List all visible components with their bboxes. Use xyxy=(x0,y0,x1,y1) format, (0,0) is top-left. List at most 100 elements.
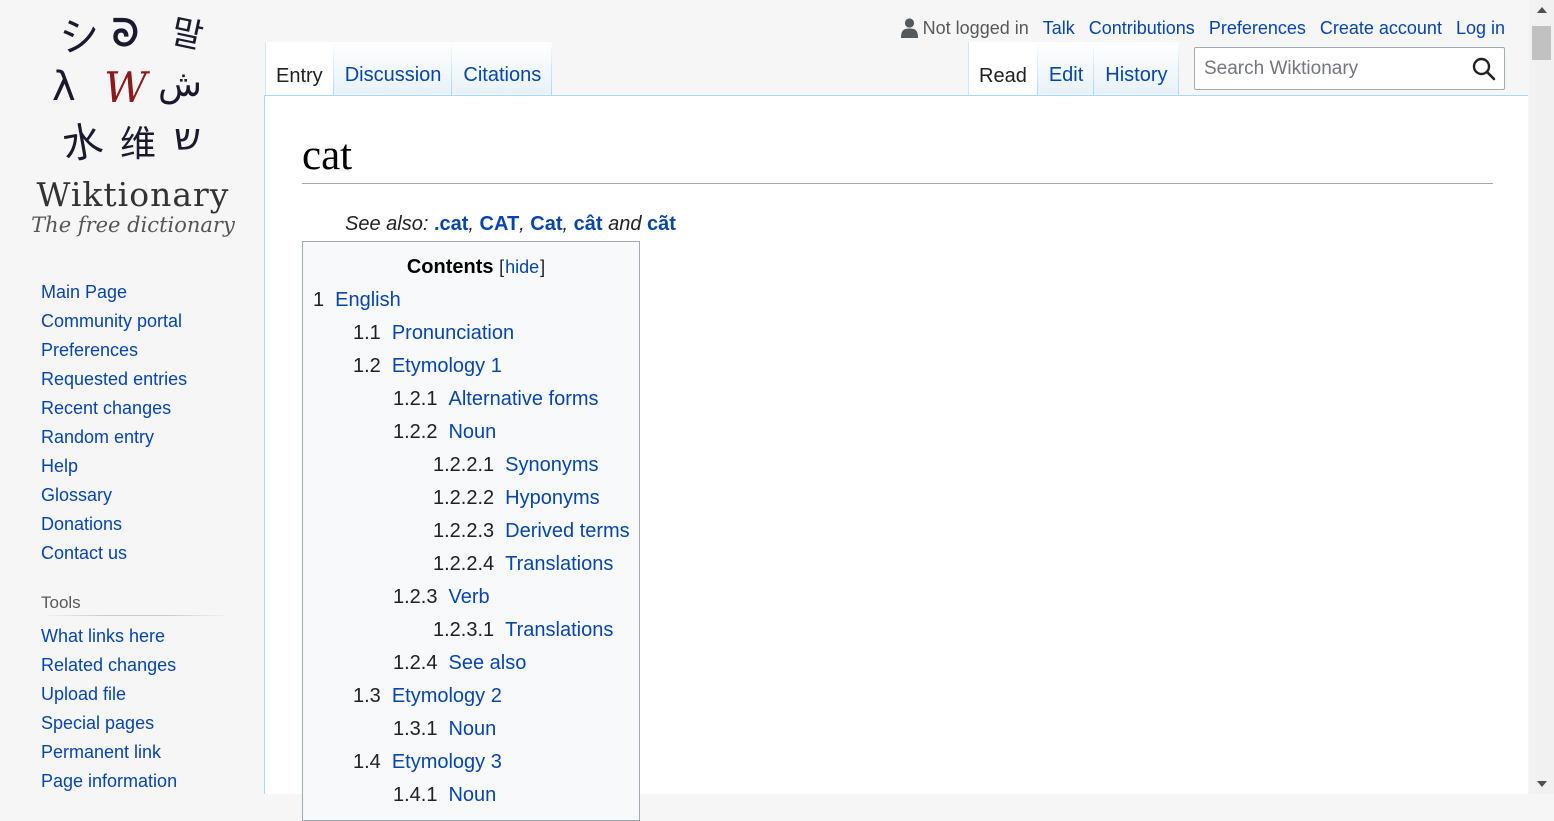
toc-item[interactable]: 1.2.2 Noun xyxy=(313,418,639,451)
tool-permanent-link[interactable]: Permanent link xyxy=(41,742,161,762)
nav-donations[interactable]: Donations xyxy=(41,514,122,534)
see-also-link[interactable]: cât xyxy=(574,213,603,235)
toc-link[interactable]: English xyxy=(335,289,401,311)
toc-item[interactable]: 1.2.1 Alternative forms xyxy=(313,385,639,418)
tab-edit[interactable]: Edit xyxy=(1038,42,1094,95)
preferences-link[interactable]: Preferences xyxy=(1209,16,1306,40)
nav-help[interactable]: Help xyxy=(41,456,78,476)
logo-glyph: ש xyxy=(174,115,201,159)
toc-item[interactable]: 1.2.2.2 Hyponyms xyxy=(313,484,639,517)
log-in-link[interactable]: Log in xyxy=(1456,16,1505,40)
toc-link[interactable]: Alternative forms xyxy=(448,388,598,410)
nav-requested-entries[interactable]: Requested entries xyxy=(41,369,187,389)
toc-link[interactable]: Etymology 2 xyxy=(392,685,502,707)
sidebar: シ ᘐ 말 λ W ش 水 维 ש Wiktionary The free di… xyxy=(0,0,264,794)
toc-item[interactable]: 1.2.3.1 Translations xyxy=(313,616,639,649)
toc-number: 1.2.2.4 xyxy=(433,553,495,575)
tab-citations[interactable]: Citations xyxy=(452,42,552,95)
toc-item[interactable]: 1.2 Etymology 1 xyxy=(313,352,639,385)
toc-link[interactable]: Pronunciation xyxy=(392,322,514,344)
toc-link[interactable]: See also xyxy=(448,652,526,674)
tool-related-changes[interactable]: Related changes xyxy=(41,655,176,675)
toc-link[interactable]: Etymology 3 xyxy=(392,751,502,773)
toc-item[interactable]: 1 English xyxy=(313,286,639,319)
toc-link[interactable]: Synonyms xyxy=(505,454,598,476)
see-also-link[interactable]: CAT xyxy=(480,213,520,235)
nav-random-entry[interactable]: Random entry xyxy=(41,427,154,447)
toc-number: 1.3.1 xyxy=(393,718,438,740)
talk-link[interactable]: Talk xyxy=(1043,16,1075,40)
arrow-down-icon xyxy=(1536,781,1547,787)
toc-number: 1.2.2 xyxy=(393,421,438,443)
tool-page-information[interactable]: Page information xyxy=(41,771,177,791)
toc-item[interactable]: 1.2.3 Verb xyxy=(313,583,639,616)
scroll-up-arrow[interactable] xyxy=(1529,0,1554,20)
toc-link[interactable]: Noun xyxy=(448,421,496,443)
tab-discussion[interactable]: Discussion xyxy=(334,42,453,95)
toc-heading: Contents xyxy=(406,256,494,278)
wiktionary-logo-icon: シ ᘐ 말 λ W ش 水 维 ש Wiktionary The free di… xyxy=(31,11,236,237)
nav-recent-changes[interactable]: Recent changes xyxy=(41,398,171,418)
toc-link[interactable]: Hyponyms xyxy=(505,487,599,509)
toc-link[interactable]: Noun xyxy=(448,784,496,806)
tab-entry[interactable]: Entry xyxy=(265,42,334,96)
nav-glossary[interactable]: Glossary xyxy=(41,485,112,505)
nav-preferences[interactable]: Preferences xyxy=(41,340,138,360)
toc-link[interactable]: Translations xyxy=(505,553,613,575)
see-also-link[interactable]: cãt xyxy=(647,213,676,235)
toc-item[interactable]: 1.2.2.3 Derived terms xyxy=(313,517,639,550)
toc-item[interactable]: 1.3 Etymology 2 xyxy=(313,682,639,715)
toc-item[interactable]: 1.2.2.1 Synonyms xyxy=(313,451,639,484)
toc-item[interactable]: 1.1 Pronunciation xyxy=(313,319,639,352)
nav-main-page[interactable]: Main Page xyxy=(41,282,127,302)
scrollbar-thumb[interactable] xyxy=(1532,26,1551,60)
sidebar-item: Contact us xyxy=(41,542,187,571)
tab-history[interactable]: History xyxy=(1094,42,1178,95)
toc-number: 1.2.2.3 xyxy=(433,520,495,542)
toc-item[interactable]: 1.3.1 Noun xyxy=(313,715,639,748)
search-button[interactable] xyxy=(1464,48,1504,89)
nav-contact-us[interactable]: Contact us xyxy=(41,543,127,563)
toc-number: 1.2.3.1 xyxy=(433,619,495,641)
not-logged-in-text: Not logged in xyxy=(922,18,1029,38)
sidebar-item: Main Page xyxy=(41,281,187,310)
see-also-link[interactable]: Cat xyxy=(530,213,562,235)
see-also-link[interactable]: .cat xyxy=(434,213,468,235)
toc-item[interactable]: 1.2.4 See also xyxy=(313,649,639,682)
see-also-prefix: See also: xyxy=(345,213,434,235)
sidebar-item: Upload file xyxy=(41,683,231,712)
toc-list: 1 English 1.1 Pronunciation 1.2 Etymology 1 1.… xyxy=(313,286,639,814)
site-logo[interactable]: シ ᘐ 말 λ W ش 水 维 ש Wiktionary The free di… xyxy=(0,0,264,250)
search-input[interactable] xyxy=(1195,48,1464,89)
logo-glyph: ᘐ xyxy=(112,11,139,55)
toc-item[interactable]: 1.4.1 Noun xyxy=(313,781,639,814)
separator: , xyxy=(562,213,574,235)
navigation-portal: Main Page Community portal Preferences Requ… xyxy=(41,281,187,571)
separator: , xyxy=(468,213,480,235)
navigation-list: Main Page Community portal Preferences Requ… xyxy=(41,281,187,571)
sidebar-item: Random entry xyxy=(41,426,187,455)
toc-item[interactable]: 1.4 Etymology 3 xyxy=(313,748,639,781)
logo-tagline: The free dictionary xyxy=(31,213,236,237)
toc-link[interactable]: Noun xyxy=(448,718,496,740)
tool-what-links-here[interactable]: What links here xyxy=(41,626,165,646)
toc-link[interactable]: Etymology 1 xyxy=(392,355,502,377)
tool-upload-file[interactable]: Upload file xyxy=(41,684,126,704)
toc-link[interactable]: Verb xyxy=(448,586,489,608)
toc-hide-link[interactable]: hide xyxy=(505,257,539,277)
toc-item[interactable]: 1.2.2.4 Translations xyxy=(313,550,639,583)
contributions-link[interactable]: Contributions xyxy=(1089,16,1195,40)
tool-special-pages[interactable]: Special pages xyxy=(41,713,154,733)
toc-link[interactable]: Translations xyxy=(505,619,613,641)
tab-read[interactable]: Read xyxy=(968,42,1038,96)
scroll-down-arrow[interactable] xyxy=(1529,774,1554,794)
arrow-up-icon xyxy=(1536,7,1547,13)
vertical-scrollbar[interactable] xyxy=(1529,0,1554,794)
logo-wordmark: Wiktionary xyxy=(37,175,230,214)
create-account-link[interactable]: Create account xyxy=(1320,16,1442,40)
toc-link[interactable]: Derived terms xyxy=(505,520,629,542)
nav-community-portal[interactable]: Community portal xyxy=(41,311,182,331)
sidebar-item: Glossary xyxy=(41,484,187,513)
toc-number: 1 xyxy=(313,289,325,311)
logo-glyph: シ xyxy=(57,11,103,62)
